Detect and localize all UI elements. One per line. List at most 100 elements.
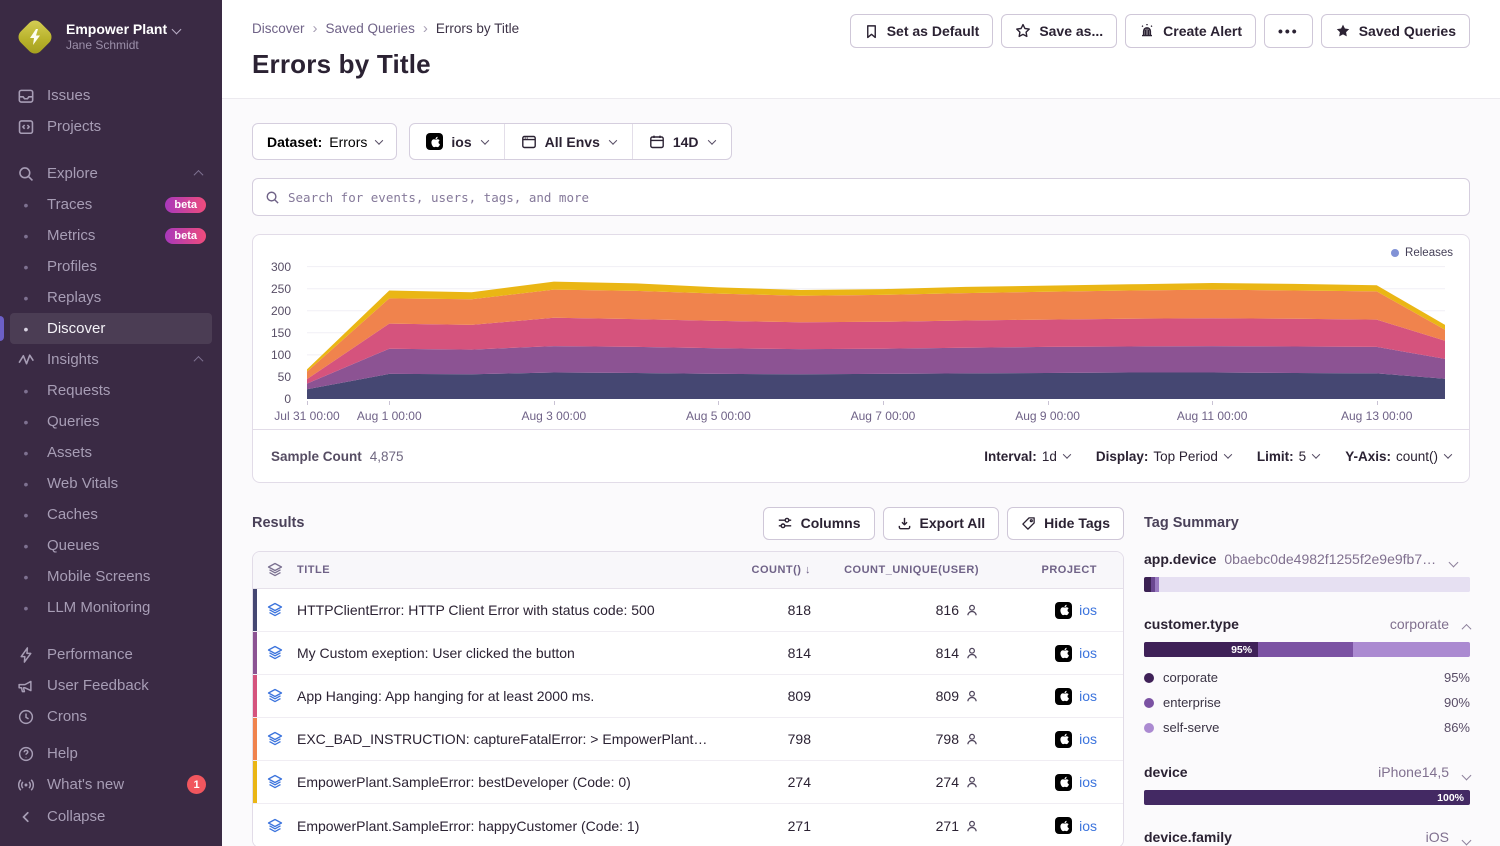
tag-header[interactable]: device iPhone14,5 — [1144, 764, 1470, 786]
table-row[interactable]: My Custom exeption: User clicked the but… — [253, 632, 1123, 675]
display-dropdown[interactable]: Display: Top Period — [1096, 449, 1231, 464]
save-as-button[interactable]: Save as... — [1001, 14, 1117, 48]
table-row[interactable]: EmpowerPlant.SampleError: happyCustomer … — [253, 804, 1123, 846]
sidebar-item-caches[interactable]: • Caches — [10, 499, 212, 530]
error-title[interactable]: My Custom exeption: User clicked the but… — [297, 645, 719, 661]
sidebar-item-issues[interactable]: Issues — [10, 80, 212, 111]
project-filter[interactable]: ios — [410, 124, 503, 159]
sidebar-item-queues[interactable]: • Queues — [10, 530, 212, 561]
saved-queries-button[interactable]: Saved Queries — [1321, 14, 1470, 48]
create-alert-button[interactable]: Create Alert — [1125, 14, 1256, 48]
sidebar-item-metrics[interactable]: • Metrics beta — [10, 220, 212, 251]
environment-filter[interactable]: All Envs — [504, 124, 632, 159]
sidebar-item-profiles[interactable]: • Profiles — [10, 251, 212, 282]
sidebar-item-label: Issues — [47, 87, 90, 104]
tag-key: customer.type — [1144, 616, 1239, 632]
sidebar-item-traces[interactable]: • Traces beta — [10, 189, 212, 220]
error-title[interactable]: EmpowerPlant.SampleError: bestDeveloper … — [297, 774, 719, 790]
project-link[interactable]: ios — [1079, 602, 1097, 618]
tag-list-item[interactable]: corporate 95% — [1144, 665, 1470, 690]
table-row[interactable]: HTTPClientError: HTTP Client Error with … — [253, 589, 1123, 632]
tag-header[interactable]: app.device 0baebc0de4982f1255f2e9e9fb7… — [1144, 551, 1470, 573]
results-table: TITLE COUNT() ↓ COUNT_UNIQUE(USER) PROJE… — [252, 551, 1124, 846]
column-header-count-unique[interactable]: COUNT_UNIQUE(USER) — [815, 564, 1005, 576]
sidebar-item-help[interactable]: Help — [10, 738, 212, 769]
more-options-button[interactable]: ••• — [1264, 14, 1313, 48]
project-link[interactable]: ios — [1079, 645, 1097, 661]
column-header-project[interactable]: PROJECT — [1005, 564, 1123, 576]
sidebar-item-crons[interactable]: Crons — [10, 701, 212, 732]
table-row[interactable]: EXC_BAD_INSTRUCTION: captureFatalError: … — [253, 718, 1123, 761]
column-header-title[interactable]: TITLE — [297, 564, 719, 576]
table-row[interactable]: App Hanging: App hanging for at least 20… — [253, 675, 1123, 718]
sidebar-item-llm-monitoring[interactable]: • LLM Monitoring — [10, 592, 212, 623]
sidebar-item-replays[interactable]: • Replays — [10, 282, 212, 313]
sidebar-item-requests[interactable]: • Requests — [10, 375, 212, 406]
sidebar-collapse-button[interactable]: Collapse — [10, 801, 212, 832]
date-range-filter[interactable]: 14D — [632, 124, 731, 159]
set-as-default-button[interactable]: Set as Default — [850, 14, 994, 48]
sidebar-item-queries[interactable]: • Queries — [10, 406, 212, 437]
columns-button[interactable]: Columns — [763, 507, 875, 540]
chart-area[interactable]: Releases 050100150200250300 Jul 31 00:00… — [253, 235, 1469, 429]
sidebar-item-mobile-screens[interactable]: • Mobile Screens — [10, 561, 212, 592]
count-unique-value: 809 — [936, 688, 959, 704]
sidebar-item-performance[interactable]: Performance — [10, 639, 212, 670]
tag-distribution-bar[interactable] — [1144, 577, 1470, 592]
breadcrumb-discover[interactable]: Discover — [252, 21, 305, 36]
project-link[interactable]: ios — [1079, 818, 1097, 834]
sidebar-section-insights[interactable]: Insights — [10, 344, 212, 375]
table-row[interactable]: EmpowerPlant.SampleError: bestDeveloper … — [253, 761, 1123, 804]
project-link[interactable]: ios — [1079, 774, 1097, 790]
tag-item-percent: 90% — [1444, 695, 1470, 710]
tag-distribution-bar[interactable]: 95% — [1144, 642, 1470, 657]
breadcrumb-saved-queries[interactable]: Saved Queries — [326, 21, 415, 36]
sidebar-item-whats-new[interactable]: What's new 1 — [10, 769, 212, 800]
dataset-selector[interactable]: Dataset: Errors — [252, 123, 397, 160]
search-input[interactable] — [288, 190, 1457, 205]
interval-dropdown[interactable]: Interval: 1d — [984, 449, 1070, 464]
error-title[interactable]: HTTPClientError: HTTP Client Error with … — [297, 602, 719, 618]
sidebar-item-label: Mobile Screens — [47, 568, 150, 585]
project-link[interactable]: ios — [1079, 688, 1097, 704]
sidebar: Empower Plant Jane Schmidt Issues Projec… — [0, 0, 222, 846]
chevron-down-icon — [1462, 770, 1472, 780]
sample-count-label: Sample Count — [271, 449, 362, 464]
org-switcher[interactable]: Empower Plant Jane Schmidt — [0, 12, 222, 70]
sidebar-section-explore[interactable]: Explore — [10, 158, 212, 189]
star-filled-icon — [1335, 23, 1351, 39]
org-user: Jane Schmidt — [66, 38, 180, 53]
sidebar-item-assets[interactable]: • Assets — [10, 437, 212, 468]
bookmark-icon — [864, 24, 879, 39]
column-header-count[interactable]: COUNT() ↓ — [719, 564, 815, 576]
control-label: Display: — [1096, 449, 1149, 464]
sidebar-item-user-feedback[interactable]: User Feedback — [10, 670, 212, 701]
error-title[interactable]: EmpowerPlant.SampleError: happyCustomer … — [297, 818, 719, 834]
error-title[interactable]: EXC_BAD_INSTRUCTION: captureFatalError: … — [297, 731, 719, 747]
sidebar-item-projects[interactable]: Projects — [10, 111, 212, 142]
y-axis-dropdown[interactable]: Y-Axis: count() — [1345, 449, 1451, 464]
limit-dropdown[interactable]: Limit: 5 — [1257, 449, 1319, 464]
export-all-button[interactable]: Export All — [883, 507, 1000, 540]
sidebar-item-label: Crons — [47, 708, 87, 725]
tag-section-customer-type: customer.type corporate 95% corporate 95… — [1144, 616, 1470, 740]
tag-summary: Tag Summary app.device 0baebc0de4982f125… — [1144, 505, 1470, 846]
tag-header[interactable]: customer.type corporate — [1144, 616, 1470, 638]
button-label: Saved Queries — [1359, 23, 1456, 39]
button-label: Hide Tags — [1044, 515, 1110, 531]
tag-header[interactable]: device.family iOS — [1144, 829, 1470, 846]
button-label: Create Alert — [1163, 23, 1242, 39]
user-icon — [965, 819, 979, 833]
legend-dot-icon — [1144, 698, 1154, 708]
sidebar-item-discover[interactable]: • Discover — [10, 313, 212, 344]
tag-list-item[interactable]: enterprise 90% — [1144, 690, 1470, 715]
tag-list-item[interactable]: self-serve 86% — [1144, 715, 1470, 740]
project-link[interactable]: ios — [1079, 731, 1097, 747]
tag-item-label: enterprise — [1163, 695, 1221, 710]
hide-tags-button[interactable]: Hide Tags — [1007, 507, 1124, 540]
tag-distribution-bar[interactable]: 100% — [1144, 790, 1470, 805]
sidebar-item-web-vitals[interactable]: • Web Vitals — [10, 468, 212, 499]
stacked-area-chart[interactable] — [307, 249, 1445, 399]
error-title[interactable]: App Hanging: App hanging for at least 20… — [297, 688, 719, 704]
user-icon — [965, 689, 979, 703]
